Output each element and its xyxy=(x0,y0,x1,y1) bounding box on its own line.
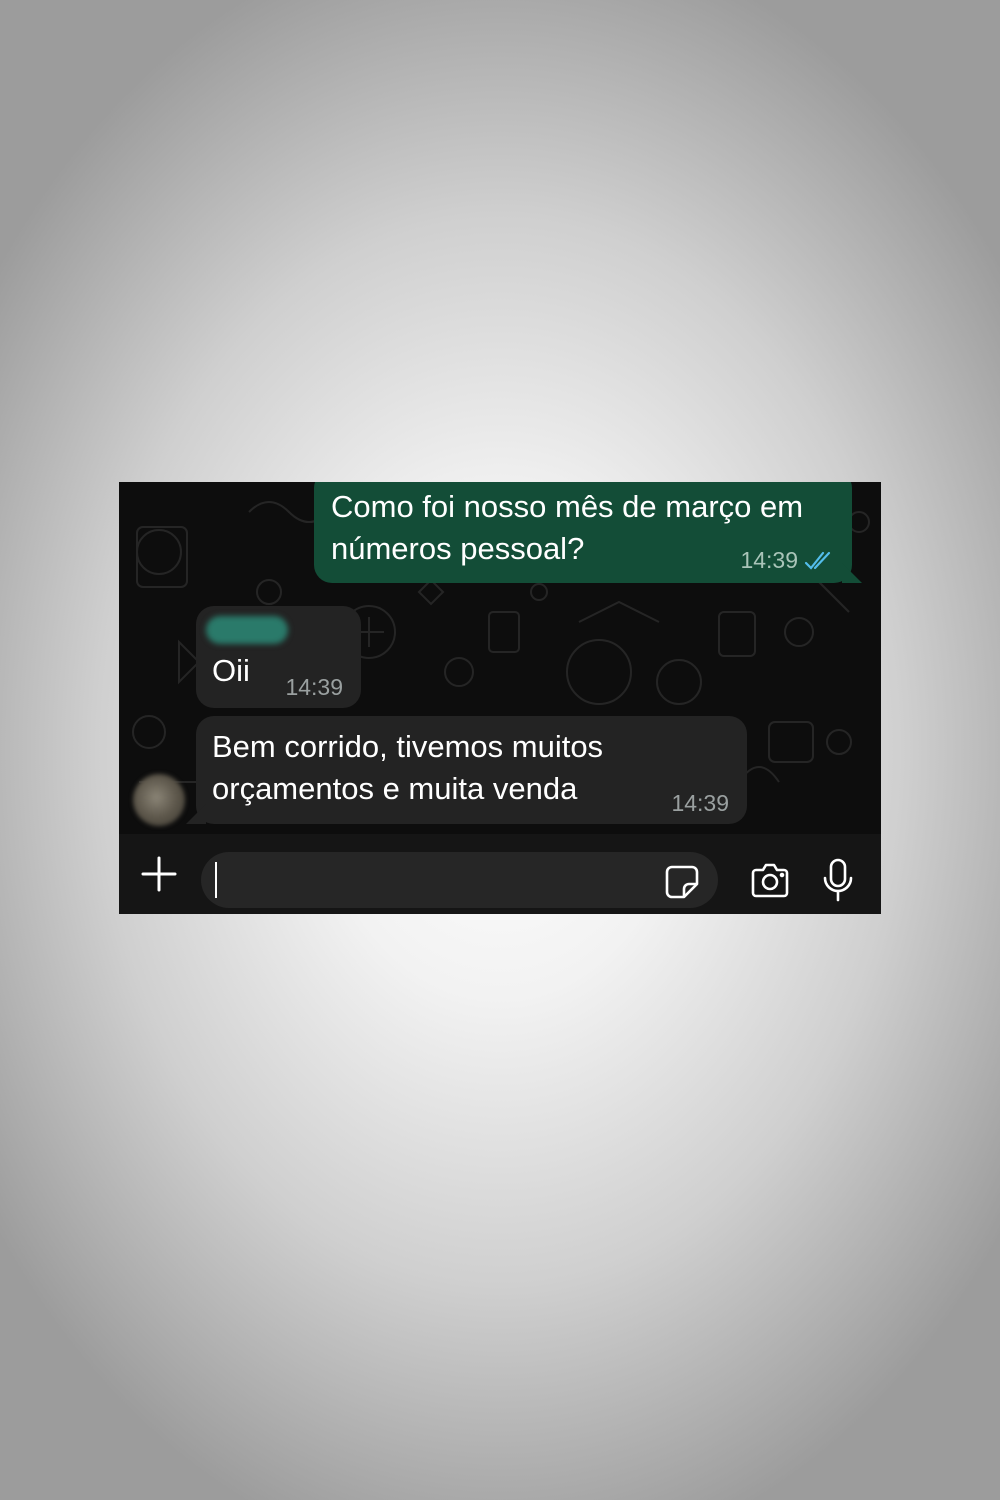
message-composer xyxy=(119,834,881,914)
chat-message-list[interactable]: Como foi nosso mês de março em números p… xyxy=(119,482,881,834)
chat-screen: Como foi nosso mês de março em números p… xyxy=(119,482,881,914)
camera-icon[interactable] xyxy=(749,862,791,900)
sticker-icon[interactable] xyxy=(664,864,700,900)
sender-avatar[interactable] xyxy=(133,774,185,826)
message-text-line-1: Bem corrido, tivemos muitos xyxy=(212,729,604,764)
microphone-icon[interactable] xyxy=(821,858,855,902)
incoming-message-bubble[interactable]: Oii 14:39 xyxy=(196,606,361,708)
message-text: Oii xyxy=(212,653,250,688)
sender-name-redacted xyxy=(206,616,288,644)
plus-icon[interactable] xyxy=(139,854,179,894)
message-timestamp: 14:39 xyxy=(285,674,343,700)
outgoing-message-bubble[interactable]: Como foi nosso mês de março em números p… xyxy=(314,482,862,583)
text-cursor xyxy=(215,862,217,898)
message-text-line-1: Como foi nosso mês de março em xyxy=(331,489,804,524)
message-input[interactable] xyxy=(201,852,718,908)
read-double-check-icon xyxy=(804,551,831,570)
message-timestamp: 14:39 xyxy=(740,547,798,573)
message-timestamp: 14:39 xyxy=(671,790,729,816)
message-text-line-2: orçamentos e muita venda xyxy=(212,771,578,806)
incoming-message-bubble[interactable]: Bem corrido, tivemos muitos orçamentos e… xyxy=(186,716,747,824)
